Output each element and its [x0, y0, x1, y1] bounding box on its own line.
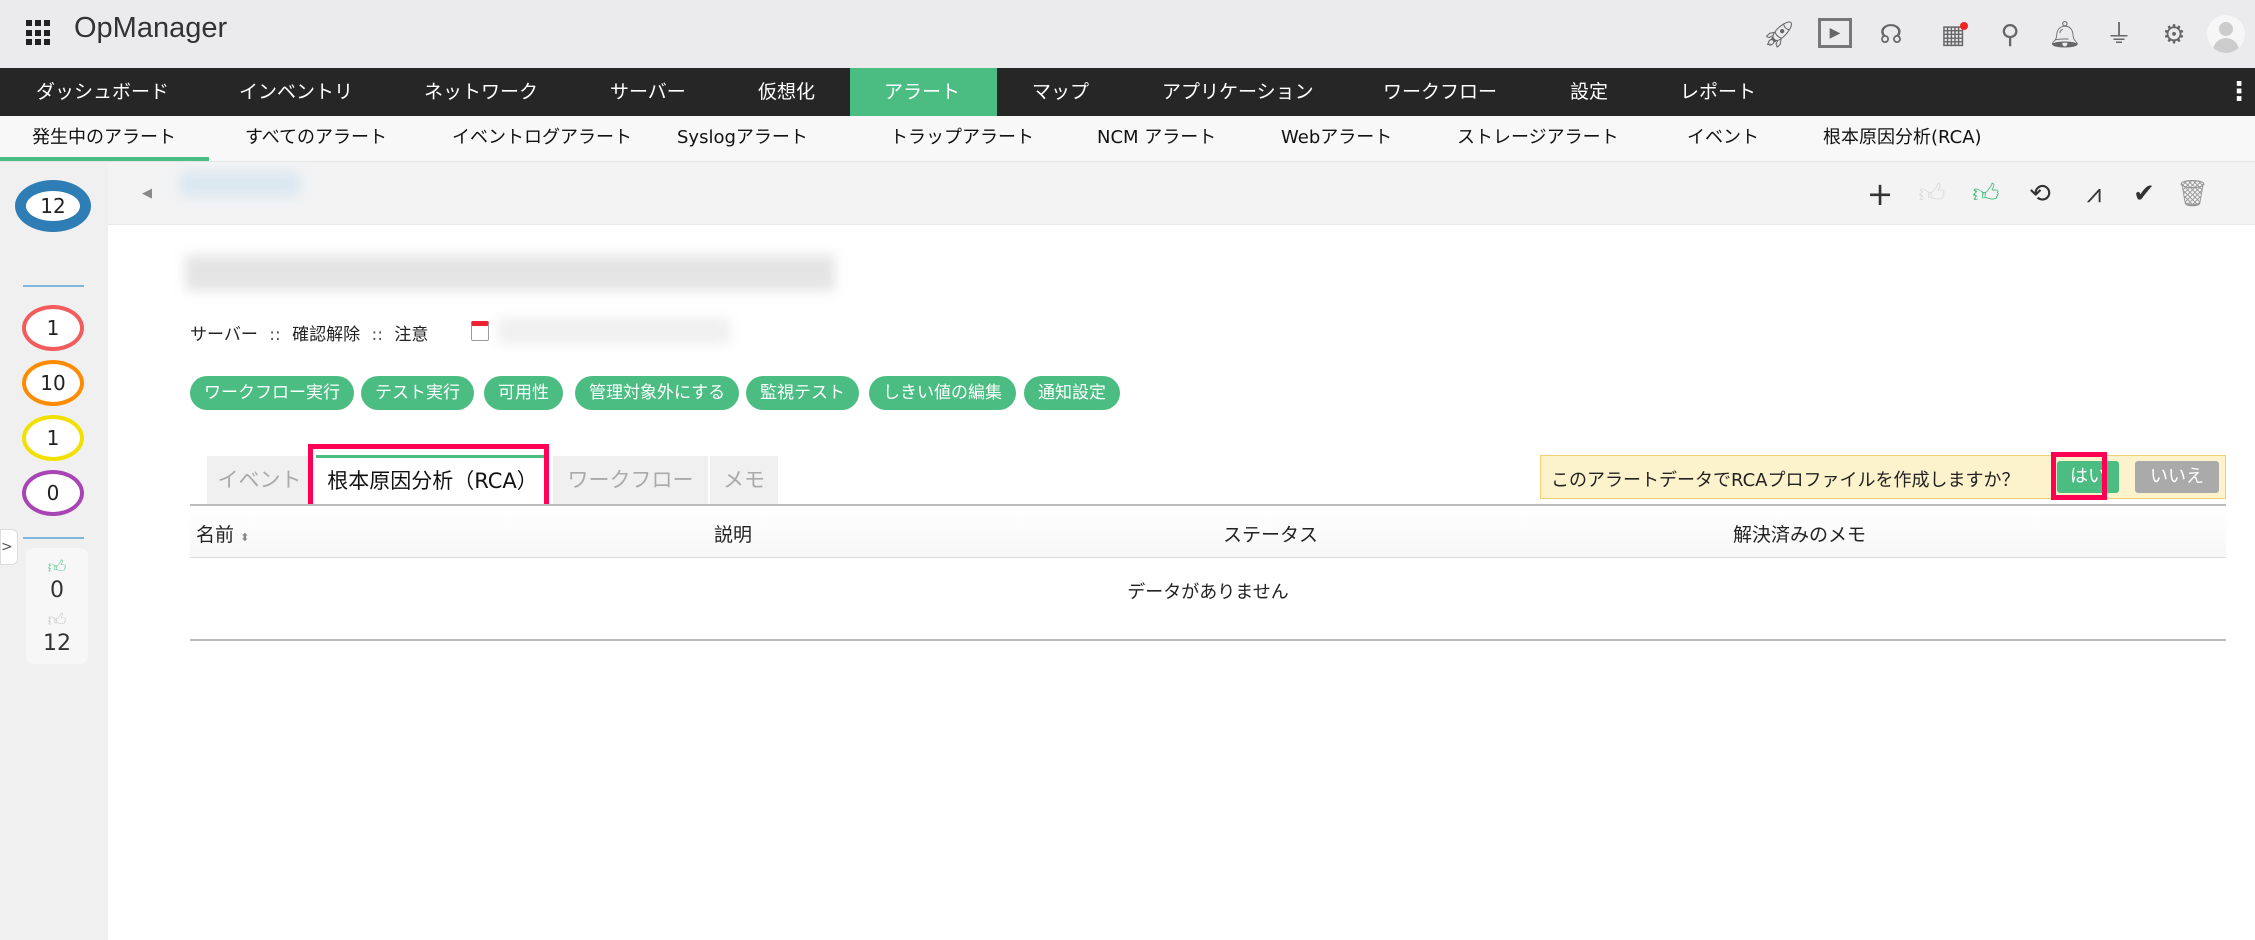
- highlight-box: [308, 444, 549, 511]
- rca-prompt-text: このアラートデータでRCAプロファイルを作成しますか？: [1551, 470, 2020, 491]
- rocket-icon[interactable]: 🚀︎: [1762, 18, 1796, 52]
- highlight-box: [2051, 452, 2107, 500]
- table-header: 名前 ⬍ 説明 ステータス 解決済みのメモ: [190, 506, 2226, 558]
- edit-threshold-button[interactable]: しきい値の編集: [869, 376, 1016, 410]
- test-run-button[interactable]: テスト実行: [361, 376, 474, 410]
- ack-summary: 👍︎ 0 👍︎ 12: [26, 548, 88, 664]
- search-icon[interactable]: ⚲: [1993, 18, 2027, 52]
- nav-reports[interactable]: レポート: [1680, 68, 1756, 116]
- app-grid-icon[interactable]: [26, 20, 52, 46]
- nav-inventory[interactable]: インベントリ: [239, 68, 353, 116]
- graph-icon[interactable]: ⩘: [2078, 178, 2110, 210]
- gift-icon[interactable]: ▦: [1936, 18, 1970, 52]
- run-workflow-button[interactable]: ワークフロー実行: [190, 376, 354, 410]
- no-button[interactable]: いいえ: [2135, 461, 2219, 493]
- critical-count[interactable]: 1: [22, 305, 84, 351]
- nav-network[interactable]: ネットワーク: [424, 68, 538, 116]
- top-header: OpManager 🚀︎ ▶ ☊ ▦ ⚲ 🔔︎ ⏚ ⚙: [0, 0, 2255, 68]
- tab-workflow[interactable]: ワークフロー: [553, 456, 708, 505]
- availability-button[interactable]: 可用性: [484, 376, 563, 410]
- subnav-all-alarms[interactable]: すべてのアラート: [245, 116, 387, 160]
- alarm-status: 確認解除: [292, 325, 361, 345]
- alarm-title-blurred: [185, 255, 835, 291]
- alarm-category: サーバー: [190, 325, 258, 345]
- empty-message: データがありません: [1127, 582, 1289, 603]
- unacknowledge-icon[interactable]: 👍︎: [1916, 178, 1948, 210]
- separator: ::: [269, 325, 281, 345]
- subnav-ncm-alarms[interactable]: NCM アラート: [1097, 116, 1216, 160]
- nav-server[interactable]: サーバー: [610, 68, 686, 116]
- notification-settings-button[interactable]: 通知設定: [1024, 376, 1120, 410]
- subnav-trap-alarms[interactable]: トラップアラート: [890, 116, 1034, 160]
- service-down-count[interactable]: 0: [22, 470, 84, 516]
- subnav-active-alarms[interactable]: 発生中のアラート: [32, 116, 176, 160]
- acknowledge-icon[interactable]: 👍︎: [1970, 178, 2002, 210]
- separator: ::: [371, 325, 383, 345]
- nav-dashboard[interactable]: ダッシュボード: [36, 68, 169, 116]
- thumbs-up-filled-icon: 👍︎: [47, 557, 67, 578]
- unmanage-button[interactable]: 管理対象外にする: [575, 376, 740, 410]
- col-resolution-notes[interactable]: 解決済みのメモ: [1733, 520, 1866, 547]
- nav-maps[interactable]: マップ: [1032, 68, 1089, 116]
- col-name[interactable]: 名前 ⬍: [196, 520, 249, 547]
- breadcrumb-blurred[interactable]: [180, 172, 300, 196]
- main-nav: ダッシュボード インベントリ ネットワーク サーバー 仮想化 アラート マップ …: [0, 68, 2255, 116]
- alarm-severity: 注意: [394, 325, 429, 345]
- app-logo: OpManager: [74, 12, 228, 44]
- expand-sidebar-button[interactable]: >: [0, 529, 18, 565]
- gear-icon[interactable]: ⚙: [2157, 18, 2191, 52]
- clear-check-icon[interactable]: ✔: [2128, 178, 2160, 210]
- calendar-icon: [471, 321, 489, 341]
- col-status[interactable]: ステータス: [1223, 520, 1318, 547]
- nav-applications[interactable]: アプリケーション: [1162, 68, 1314, 116]
- subnav-storage-alarms[interactable]: ストレージアラート: [1457, 116, 1619, 160]
- subnav-web-alarms[interactable]: Webアラート: [1281, 116, 1392, 160]
- rca-table: 名前 ⬍ 説明 ステータス 解決済みのメモ データがありません: [190, 504, 2226, 641]
- severity-sidebar: 12 1 10 1 0 > 👍︎ 0 👍︎ 12: [0, 162, 108, 940]
- nav-workflow[interactable]: ワークフロー: [1383, 68, 1497, 116]
- headset-icon[interactable]: ☊: [1874, 18, 1908, 52]
- subnav-rca[interactable]: 根本原因分析(RCA): [1823, 116, 1982, 160]
- sub-nav: 発生中のアラート すべてのアラート イベントログアラート Syslogアラート …: [0, 116, 2255, 162]
- tab-notes[interactable]: メモ: [710, 456, 778, 505]
- nav-alarms[interactable]: アラート: [884, 68, 960, 116]
- subnav-eventlog-alarms[interactable]: イベントログアラート: [452, 116, 632, 160]
- subnav-syslog-alarms[interactable]: Syslogアラート: [677, 116, 808, 160]
- avatar-icon[interactable]: [2207, 15, 2245, 53]
- total-alarms-count[interactable]: 12: [15, 180, 91, 232]
- unacknowledged-count[interactable]: 12: [26, 631, 88, 656]
- plug-icon[interactable]: ⏚: [2102, 18, 2136, 52]
- alarm-toolbar: ◀ + 👍︎ 👍︎ ⟲ ⩘ ✔ 🗑︎: [108, 162, 2255, 225]
- more-menu-icon[interactable]: ⋮: [2226, 68, 2252, 116]
- nav-settings[interactable]: 設定: [1570, 68, 1608, 116]
- nav-virtualization[interactable]: 仮想化: [758, 68, 815, 116]
- subnav-events[interactable]: イベント: [1687, 116, 1759, 160]
- alarm-meta: サーバー :: 確認解除 :: 注意: [190, 320, 428, 345]
- divider: [23, 285, 84, 287]
- trouble-count[interactable]: 10: [22, 360, 84, 406]
- divider: [23, 537, 84, 539]
- col-name-label: 名前: [196, 524, 235, 546]
- test-monitor-button[interactable]: 監視テスト: [746, 376, 859, 410]
- delete-icon[interactable]: 🗑︎: [2176, 178, 2209, 210]
- attention-count[interactable]: 1: [22, 415, 84, 461]
- acknowledged-count[interactable]: 0: [26, 578, 88, 603]
- sort-icon[interactable]: ⬍: [240, 531, 249, 544]
- add-icon[interactable]: +: [1864, 178, 1896, 210]
- thumbs-up-outline-icon: 👍︎: [47, 610, 67, 631]
- bell-icon[interactable]: 🔔︎: [2048, 18, 2082, 52]
- col-description[interactable]: 説明: [714, 520, 752, 547]
- rca-prompt: このアラートデータでRCAプロファイルを作成しますか？ はい いいえ: [1540, 452, 2226, 500]
- presentation-icon[interactable]: ▶: [1818, 18, 1852, 48]
- back-arrow-icon[interactable]: ◀: [142, 186, 152, 201]
- tab-events[interactable]: イベント: [207, 456, 312, 505]
- refresh-loop-icon[interactable]: ⟲: [2024, 178, 2056, 210]
- alarm-time-blurred: [498, 318, 730, 344]
